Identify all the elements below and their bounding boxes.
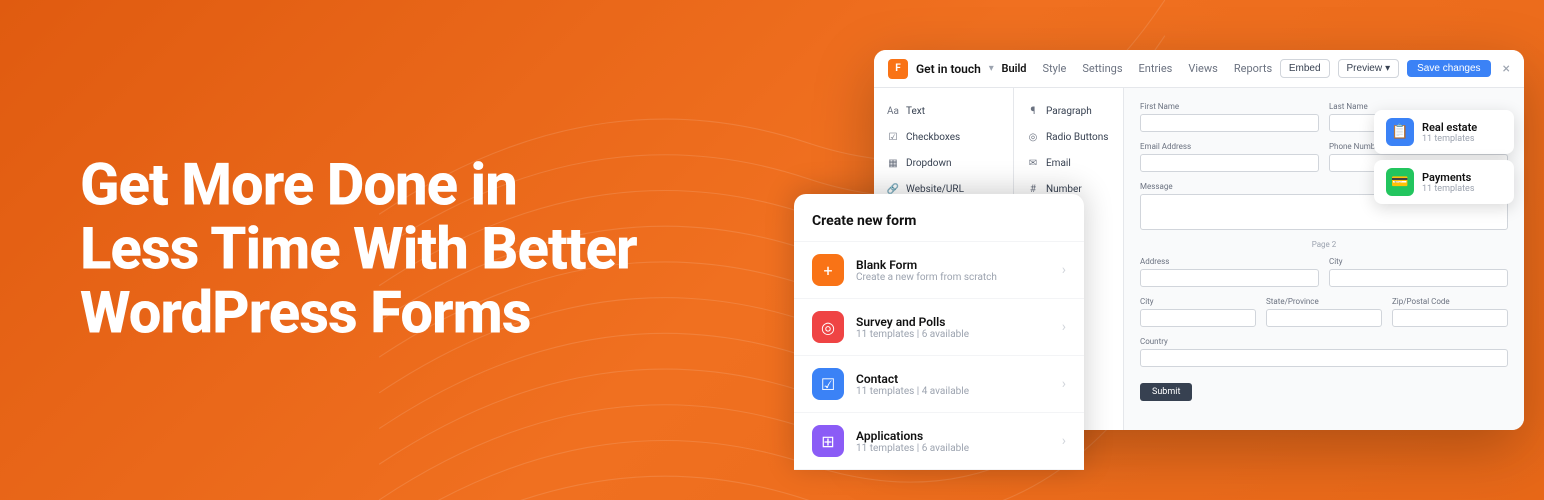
radio-icon: ◎: [1026, 130, 1040, 144]
field-radio[interactable]: ◎ Radio Buttons: [1014, 124, 1123, 150]
nav-build[interactable]: Build: [1001, 62, 1026, 75]
preview-dropdown-icon[interactable]: ▾: [1385, 63, 1390, 74]
survey-info: Survey and Polls 11 templates | 6 availa…: [856, 315, 1050, 340]
field-dropdown[interactable]: ▦ Dropdown: [874, 150, 1013, 176]
form-name: Get in touch: [916, 62, 981, 76]
survey-icon: ◎: [812, 311, 844, 343]
field-paragraph[interactable]: ¶ Paragraph: [1014, 98, 1123, 124]
blank-form-item[interactable]: + Blank Form Create a new form from scra…: [794, 242, 1084, 299]
submit-button[interactable]: Submit: [1140, 377, 1508, 401]
first-name-input[interactable]: [1140, 114, 1319, 132]
survey-arrow: ›: [1062, 319, 1066, 335]
topbar-actions: Embed Preview ▾ Save changes ×: [1280, 59, 1510, 78]
contact-subtitle: 11 templates | 4 available: [856, 386, 1050, 397]
payments-template-card[interactable]: 💳 Payments 11 templates: [1374, 160, 1514, 204]
nav-entries[interactable]: Entries: [1139, 62, 1173, 75]
state-field: State/Province: [1266, 297, 1382, 327]
embed-button[interactable]: Embed: [1280, 59, 1330, 78]
payments-info: Payments 11 templates: [1422, 171, 1474, 194]
zip-field: Zip/Postal Code: [1392, 297, 1508, 327]
topbar-left: F Get in touch ▾: [888, 59, 994, 79]
applications-info: Applications 11 templates | 6 available: [856, 429, 1050, 454]
contact-arrow: ›: [1062, 376, 1066, 392]
preview-button[interactable]: Preview ▾: [1338, 59, 1400, 78]
real-estate-name: Real estate: [1422, 121, 1477, 134]
modal-title: Create new form: [812, 213, 916, 229]
ui-mockup: F Get in touch ▾ Build Style Settings En…: [794, 50, 1514, 470]
nav-style[interactable]: Style: [1043, 62, 1067, 75]
field-email[interactable]: ✉ Email: [1014, 150, 1123, 176]
create-form-modal: Create new form + Blank Form Create a ne…: [794, 194, 1084, 470]
payments-name: Payments: [1422, 171, 1474, 184]
real-estate-icon: 📋: [1386, 118, 1414, 146]
applications-title: Applications: [856, 429, 1050, 443]
form-row-state: City State/Province Zip/Postal Code: [1140, 297, 1508, 327]
modal-header: Create new form: [794, 194, 1084, 242]
field-text[interactable]: Aa Text: [874, 98, 1013, 124]
checkboxes-icon: ☑: [886, 130, 900, 144]
paragraph-icon: ¶: [1026, 104, 1040, 118]
form-logo: F: [888, 59, 908, 79]
zip-input[interactable]: [1392, 309, 1508, 327]
window-topbar: F Get in touch ▾ Build Style Settings En…: [874, 50, 1524, 88]
nav-views[interactable]: Views: [1188, 62, 1217, 75]
email-field: Email Address: [1140, 142, 1319, 172]
survey-title: Survey and Polls: [856, 315, 1050, 329]
field-checkboxes[interactable]: ☑ Checkboxes: [874, 124, 1013, 150]
payments-icon: 💳: [1386, 168, 1414, 196]
hero-title: Get More Done in Less Time With Better W…: [80, 154, 637, 345]
dropdown-icon: ▦: [886, 156, 900, 170]
contact-title: Contact: [856, 372, 1050, 386]
blank-form-title: Blank Form: [856, 258, 1050, 272]
save-button[interactable]: Save changes: [1407, 60, 1490, 77]
real-estate-count: 11 templates: [1422, 134, 1477, 144]
city2-input[interactable]: [1140, 309, 1256, 327]
email-input[interactable]: [1140, 154, 1319, 172]
real-estate-info: Real estate 11 templates: [1422, 121, 1477, 144]
form-row-address: Address City: [1140, 257, 1508, 287]
blank-form-icon: +: [812, 254, 844, 286]
topbar-nav: Build Style Settings Entries Views Repor…: [1001, 62, 1272, 75]
hero-section: Get More Done in Less Time With Better W…: [80, 154, 637, 345]
title-dropdown-icon[interactable]: ▾: [989, 63, 994, 74]
nav-reports[interactable]: Reports: [1234, 62, 1272, 75]
applications-item[interactable]: ⊞ Applications 11 templates | 6 availabl…: [794, 413, 1084, 470]
payments-count: 11 templates: [1422, 184, 1474, 194]
contact-item[interactable]: ☑ Contact 11 templates | 4 available ›: [794, 356, 1084, 413]
country-field: Country: [1140, 337, 1508, 367]
state-input[interactable]: [1266, 309, 1382, 327]
blank-form-arrow: ›: [1062, 262, 1066, 278]
contact-icon: ☑: [812, 368, 844, 400]
survey-subtitle: 11 templates | 6 available: [856, 329, 1050, 340]
first-name-field: First Name: [1140, 102, 1319, 132]
address-input[interactable]: [1140, 269, 1319, 287]
city2-field: City: [1140, 297, 1256, 327]
applications-subtitle: 11 templates | 6 available: [856, 443, 1050, 454]
address-field: Address: [1140, 257, 1319, 287]
text-icon: Aa: [886, 104, 900, 118]
page-2-label: Page 2: [1140, 240, 1508, 249]
email-icon: ✉: [1026, 156, 1040, 170]
applications-icon: ⊞: [812, 425, 844, 457]
applications-arrow: ›: [1062, 433, 1066, 449]
survey-polls-item[interactable]: ◎ Survey and Polls 11 templates | 6 avai…: [794, 299, 1084, 356]
nav-settings[interactable]: Settings: [1082, 62, 1122, 75]
city-field: City: [1329, 257, 1508, 287]
contact-info: Contact 11 templates | 4 available: [856, 372, 1050, 397]
blank-form-info: Blank Form Create a new form from scratc…: [856, 258, 1050, 283]
real-estate-template-card[interactable]: 📋 Real estate 11 templates: [1374, 110, 1514, 154]
close-button[interactable]: ×: [1503, 61, 1510, 77]
blank-form-subtitle: Create a new form from scratch: [856, 272, 1050, 283]
city-input[interactable]: [1329, 269, 1508, 287]
country-input[interactable]: [1140, 349, 1508, 367]
form-row-country: Country: [1140, 337, 1508, 367]
